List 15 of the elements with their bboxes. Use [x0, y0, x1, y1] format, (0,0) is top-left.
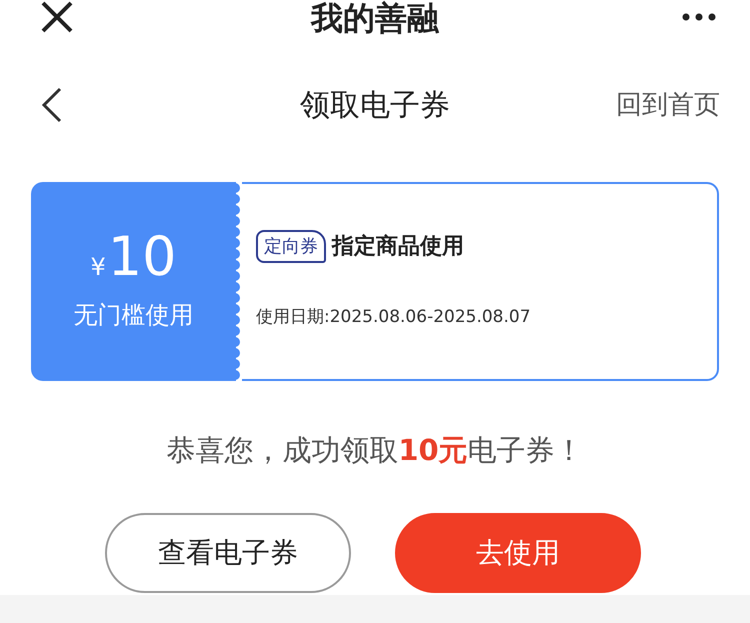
coupon-amount: 10	[108, 230, 176, 284]
close-icon[interactable]	[40, 0, 74, 34]
coupon-tag: 定向券	[256, 230, 326, 263]
back-icon[interactable]	[40, 87, 62, 123]
coupon-date: 使用日期:2025.08.06-2025.08.07	[256, 306, 532, 329]
coupon-condition: 无门槛使用	[74, 300, 194, 331]
currency-symbol: ¥	[90, 252, 106, 283]
page-title: 领取电子券	[300, 86, 450, 124]
view-coupon-button[interactable]: 查看电子券	[105, 512, 351, 592]
home-link[interactable]: 回到首页	[616, 86, 720, 124]
coupon-name: 指定商品使用	[332, 232, 464, 261]
window-title: 我的善融	[311, 0, 439, 38]
use-button[interactable]: 去使用	[395, 512, 641, 592]
more-icon[interactable]	[682, 12, 716, 20]
success-message: 恭喜您，成功领取10元电子券！	[165, 432, 585, 469]
